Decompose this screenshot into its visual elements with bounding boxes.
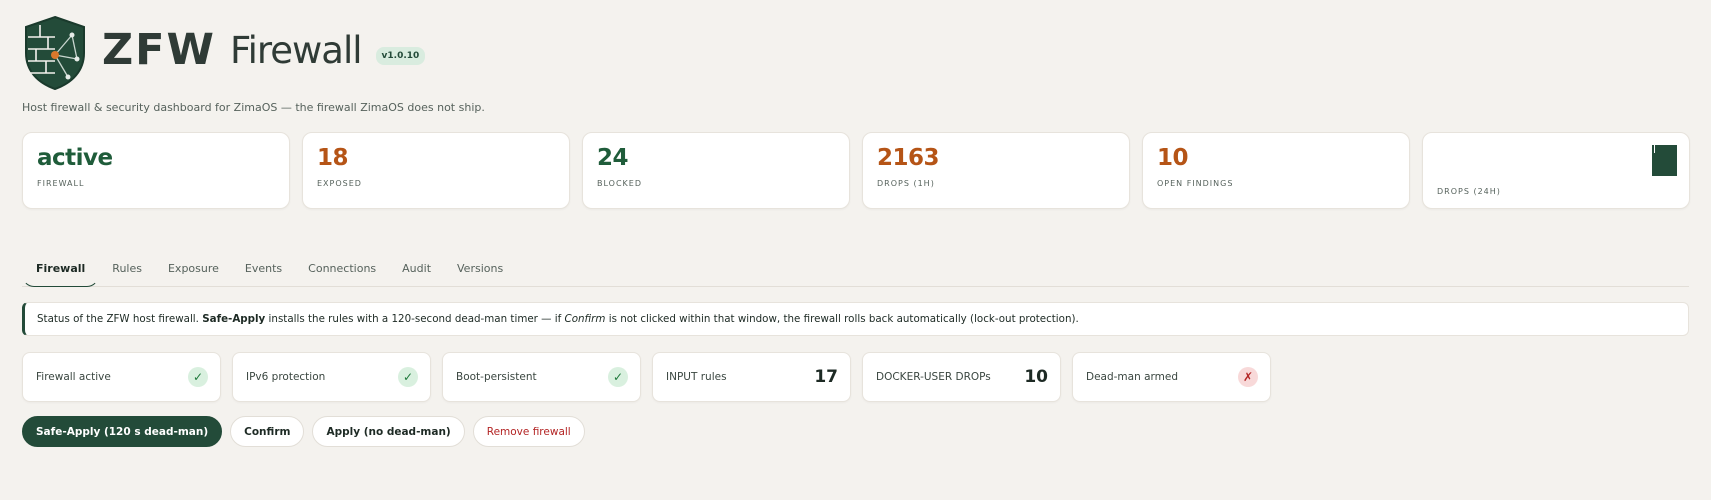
shield-logo-icon (25, 15, 85, 91)
tab-audit[interactable]: Audit (389, 254, 444, 287)
stat-label: DROPS (24H) (1437, 187, 1501, 196)
stat-card-drops-24h: DROPS (24H) (1422, 132, 1690, 209)
info-bold: Safe-Apply (202, 313, 266, 325)
stat-value: 24 (597, 145, 629, 171)
stat-label: OPEN FINDINGS (1157, 179, 1234, 188)
stat-label: FIREWALL (37, 179, 85, 188)
stat-card-firewall: active FIREWALL (22, 132, 290, 209)
safe-apply-button[interactable]: Safe-Apply (120 s dead-man) (22, 416, 223, 447)
stat-card-exposed: 18 EXPOSED (302, 132, 570, 209)
tab-firewall[interactable]: Firewall (22, 254, 100, 287)
stat-card-open-findings: 10 OPEN FINDINGS (1142, 132, 1410, 209)
remove-firewall-button[interactable]: Remove firewall (472, 416, 585, 447)
info-text: Status of the ZFW host firewall. (37, 313, 203, 325)
stat-value: 10 (1157, 145, 1189, 171)
stat-value: 18 (317, 145, 349, 171)
stat-card-blocked: 24 BLOCKED (582, 132, 850, 209)
check-icon: ✓ (608, 367, 628, 387)
page-subtitle: Host firewall & security dashboard for Z… (22, 101, 485, 114)
check-count: 17 (814, 367, 838, 387)
stat-label: EXPOSED (317, 179, 362, 188)
check-label: Dead-man armed (1086, 371, 1179, 383)
stat-value: 2163 (877, 145, 940, 171)
check-input-rules: INPUT rules 17 (652, 352, 851, 402)
stat-cards: active FIREWALL 18 EXPOSED 24 BLOCKED 21… (22, 132, 1690, 209)
check-docker-user-drops: DOCKER-USER DROPs 10 (862, 352, 1061, 402)
check-boot-persistent: Boot-persistent ✓ (442, 352, 641, 402)
tab-rules[interactable]: Rules (99, 254, 155, 287)
check-ipv6-protection: IPv6 protection ✓ (232, 352, 431, 402)
product-name: Firewall (229, 28, 363, 72)
info-italic: Confirm (564, 313, 606, 325)
stat-value: active (37, 145, 113, 171)
action-bar: Safe-Apply (120 s dead-man) Confirm Appl… (22, 416, 585, 447)
check-firewall-active: Firewall active ✓ (22, 352, 221, 402)
check-label: IPv6 protection (246, 371, 326, 383)
drops-sparkline (1652, 145, 1677, 176)
app-header: ZFW Firewall v1.0.10 (22, 15, 426, 91)
info-text: installs the rules with a 120-second dea… (265, 313, 565, 325)
check-dead-man-armed: Dead-man armed ✗ (1072, 352, 1271, 402)
check-label: DOCKER-USER DROPs (876, 371, 991, 383)
check-label: Firewall active (36, 371, 111, 383)
tab-versions[interactable]: Versions (444, 254, 516, 287)
tab-events[interactable]: Events (232, 254, 295, 287)
stat-label: BLOCKED (597, 179, 643, 188)
check-icon: ✓ (188, 367, 208, 387)
stat-label: DROPS (1H) (877, 179, 935, 188)
check-label: INPUT rules (666, 371, 727, 383)
confirm-button[interactable]: Confirm (230, 416, 305, 447)
stat-card-drops-1h: 2163 DROPS (1H) (862, 132, 1130, 209)
apply-no-deadman-button[interactable]: Apply (no dead-man) (312, 416, 465, 447)
tab-connections[interactable]: Connections (295, 254, 389, 287)
info-text: is not clicked within that window, the f… (605, 313, 1079, 325)
brand-name: ZFW (102, 24, 216, 75)
check-count: 10 (1024, 367, 1048, 387)
check-label: Boot-persistent (456, 371, 537, 383)
tab-bar: Firewall Rules Exposure Events Connectio… (22, 254, 1689, 287)
version-badge: v1.0.10 (375, 47, 426, 65)
check-icon: ✓ (398, 367, 418, 387)
cross-icon: ✗ (1238, 367, 1258, 387)
status-checks: Firewall active ✓ IPv6 protection ✓ Boot… (22, 352, 1271, 402)
tab-exposure[interactable]: Exposure (155, 254, 232, 287)
info-banner: Status of the ZFW host firewall. Safe-Ap… (22, 302, 1689, 336)
